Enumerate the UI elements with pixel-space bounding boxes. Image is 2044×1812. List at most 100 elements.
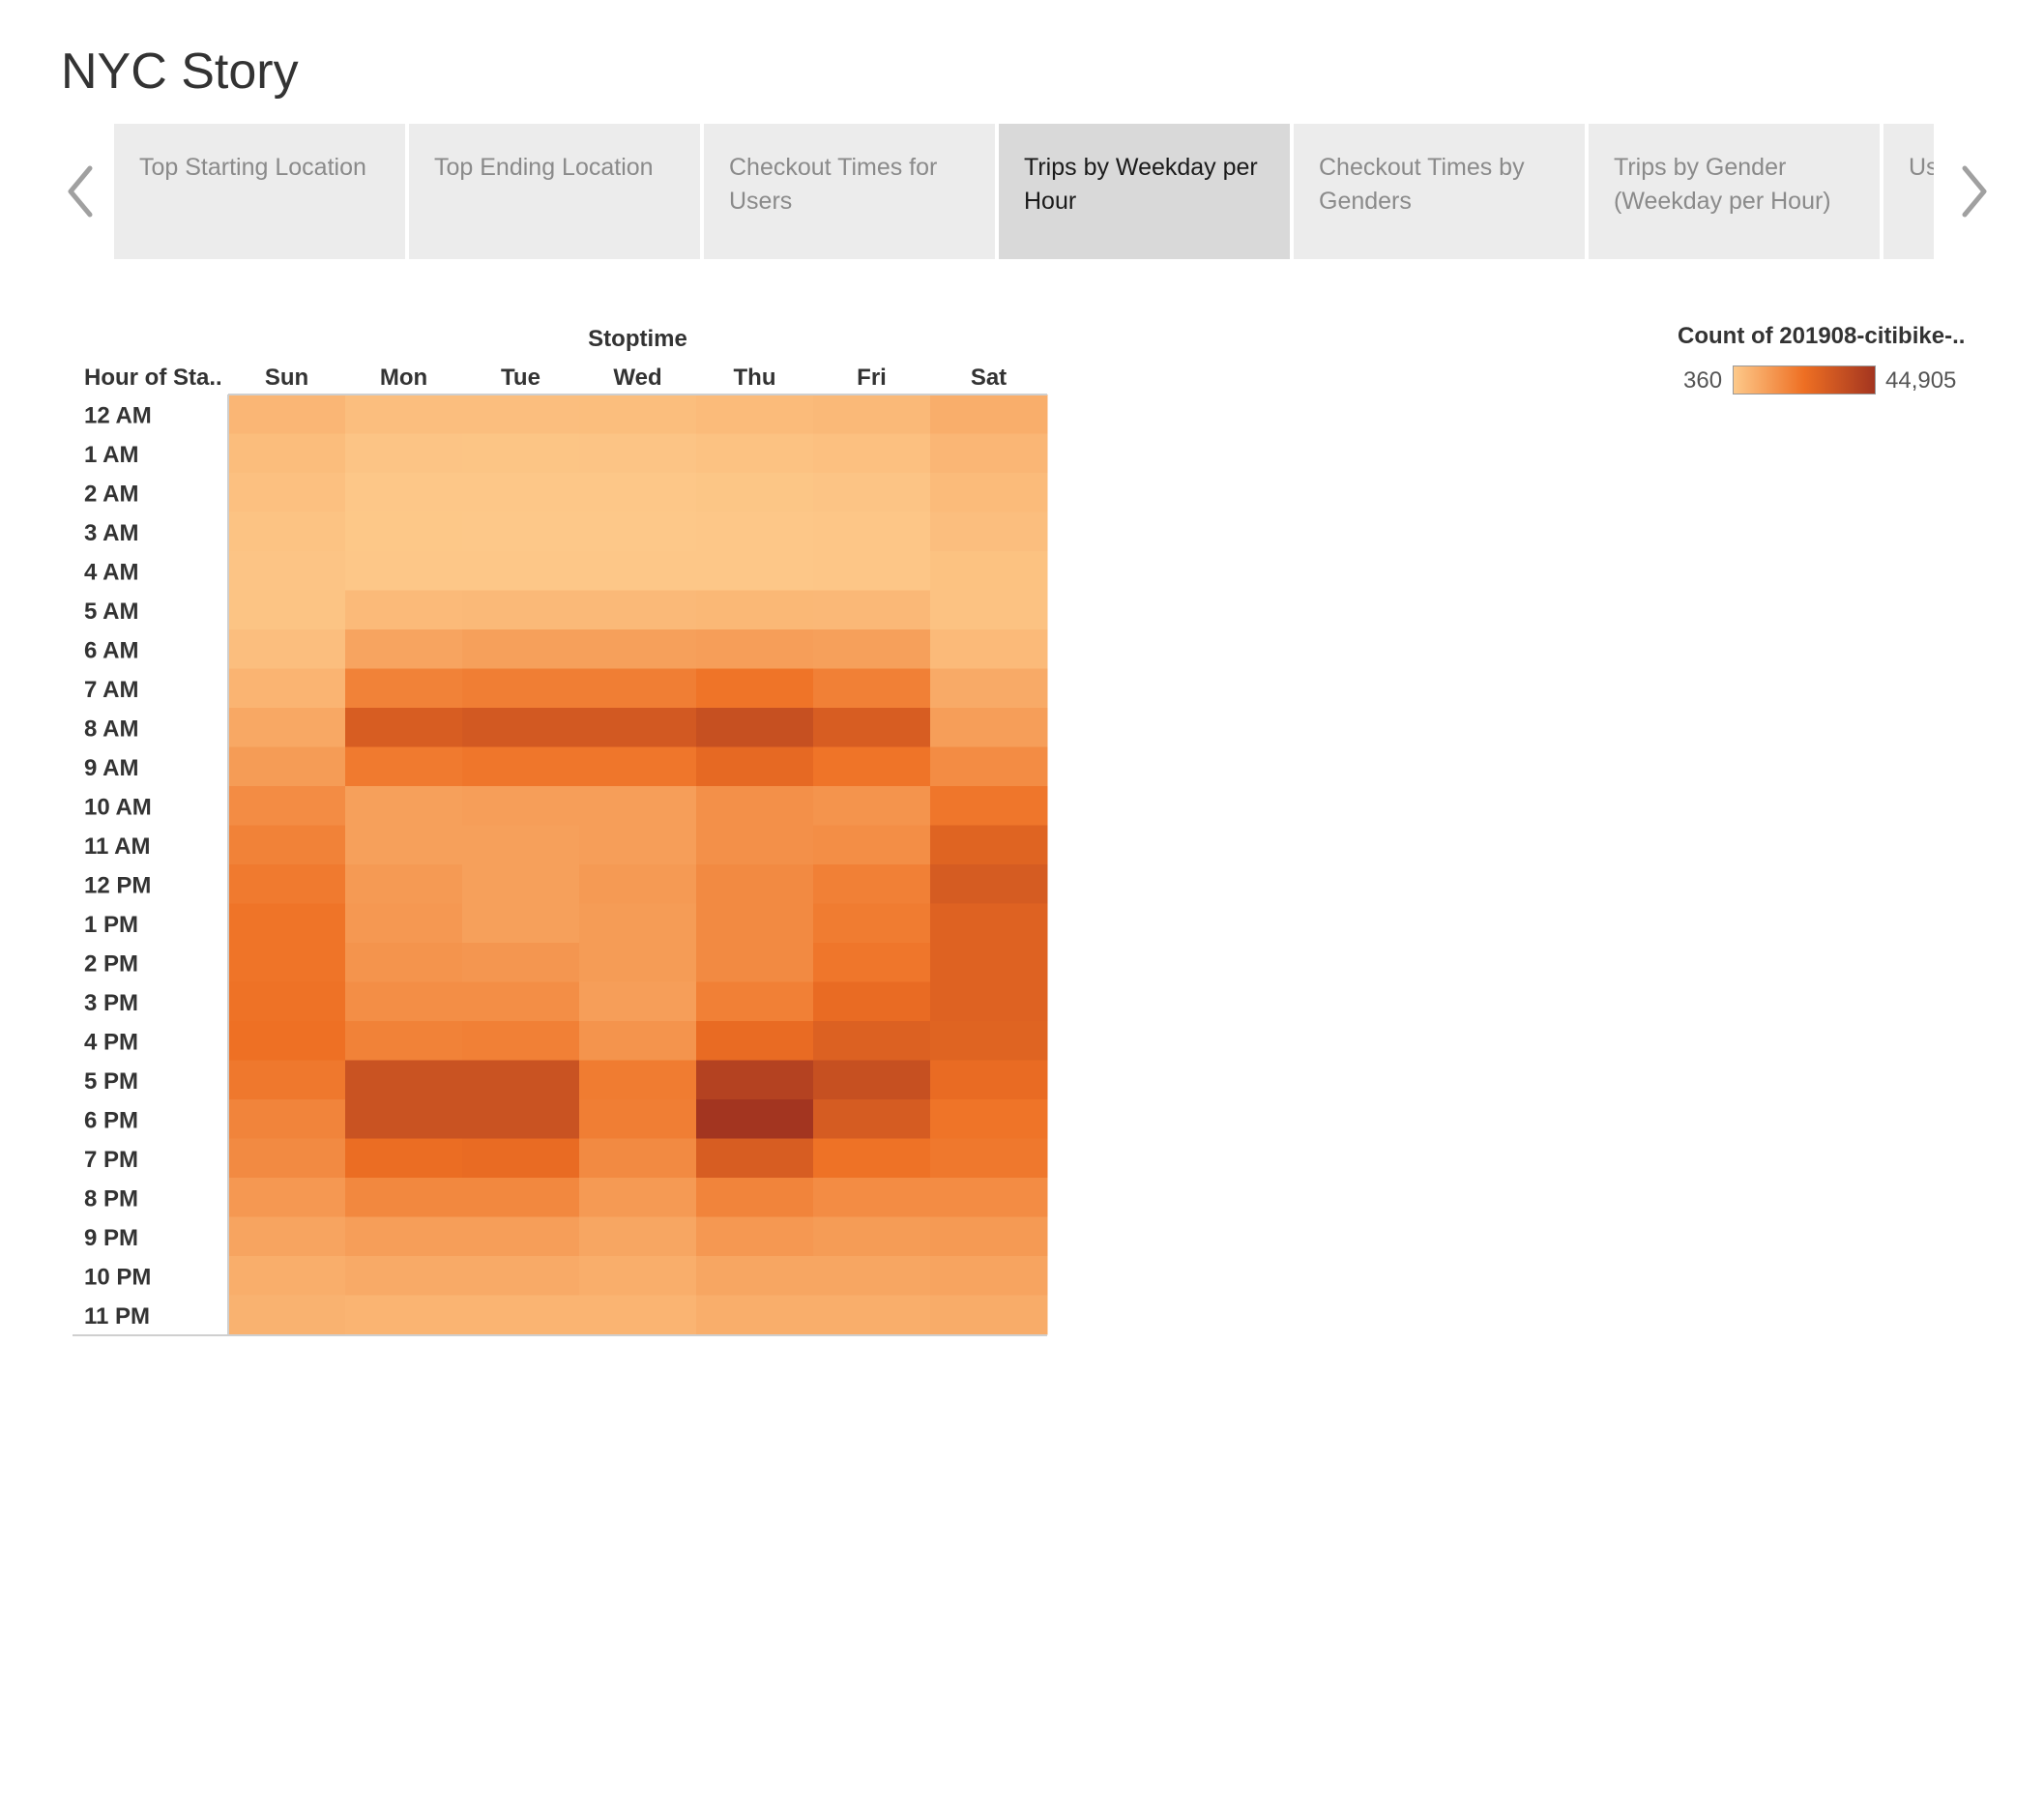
heatmap-cell[interactable] <box>930 511 1048 552</box>
heatmap-cell[interactable] <box>345 1216 463 1257</box>
heatmap-cell[interactable] <box>813 473 931 512</box>
heatmap-cell[interactable] <box>930 708 1048 747</box>
heatmap-cell[interactable] <box>228 473 346 512</box>
heatmap-cell[interactable] <box>696 1021 814 1061</box>
heatmap-cell[interactable] <box>462 825 580 865</box>
heatmap-cell[interactable] <box>696 903 814 944</box>
heatmap-cell[interactable] <box>579 590 697 630</box>
heatmap-cell[interactable] <box>579 1060 697 1100</box>
heatmap-cell[interactable] <box>813 1178 931 1217</box>
heatmap-cell[interactable] <box>930 1138 1048 1179</box>
heatmap-cell[interactable] <box>462 943 580 982</box>
heatmap-cell[interactable] <box>462 1060 580 1100</box>
heatmap-cell[interactable] <box>579 1138 697 1179</box>
heatmap-cell[interactable] <box>930 746 1048 787</box>
heatmap-cell[interactable] <box>345 1138 463 1179</box>
heatmap-cell[interactable] <box>813 551 931 591</box>
heatmap-cell[interactable] <box>930 433 1048 474</box>
heatmap-cell[interactable] <box>462 903 580 944</box>
heatmap-cell[interactable] <box>579 708 697 747</box>
heatmap-cell[interactable] <box>228 395 346 434</box>
heatmap-cell[interactable] <box>813 433 931 474</box>
heatmap-cell[interactable] <box>813 746 931 787</box>
heatmap-cell[interactable] <box>462 746 580 787</box>
heatmap-cell[interactable] <box>228 1099 346 1139</box>
heatmap-cell[interactable] <box>930 1021 1048 1061</box>
heatmap-cell[interactable] <box>696 786 814 826</box>
heatmap-cell[interactable] <box>579 825 697 865</box>
heatmap-cell[interactable] <box>813 1021 931 1061</box>
heatmap-cell[interactable] <box>228 629 346 669</box>
heatmap-cell[interactable] <box>696 825 814 865</box>
heatmap-cell[interactable] <box>696 1099 814 1139</box>
heatmap-cell[interactable] <box>930 1178 1048 1217</box>
heatmap-cell[interactable] <box>462 590 580 630</box>
heatmap-cell[interactable] <box>813 903 931 944</box>
heatmap-cell[interactable] <box>930 1099 1048 1139</box>
heatmap-cell[interactable] <box>579 1099 697 1139</box>
heatmap-cell[interactable] <box>579 668 697 709</box>
heatmap-cell[interactable] <box>228 1021 346 1061</box>
heatmap-cell[interactable] <box>345 981 463 1022</box>
heatmap-cell[interactable] <box>462 511 580 552</box>
heatmap-cell[interactable] <box>228 708 346 747</box>
heatmap-cell[interactable] <box>345 551 463 591</box>
heatmap-cell[interactable] <box>696 1060 814 1100</box>
heatmap-cell[interactable] <box>579 864 697 904</box>
heatmap-cell[interactable] <box>579 473 697 512</box>
heatmap-cell[interactable] <box>345 395 463 434</box>
heatmap-cell[interactable] <box>579 1216 697 1257</box>
heatmap-cell[interactable] <box>462 1256 580 1296</box>
heatmap-cell[interactable] <box>813 864 931 904</box>
heatmap-cell[interactable] <box>228 1060 346 1100</box>
heatmap-cell[interactable] <box>579 786 697 826</box>
heatmap-cell[interactable] <box>462 551 580 591</box>
heatmap-cell[interactable] <box>813 511 931 552</box>
heatmap-cell[interactable] <box>579 511 697 552</box>
heatmap-cell[interactable] <box>462 786 580 826</box>
heatmap-cell[interactable] <box>462 668 580 709</box>
heatmap-cell[interactable] <box>345 1099 463 1139</box>
heatmap-cell[interactable] <box>696 1295 814 1335</box>
heatmap-cell[interactable] <box>462 1216 580 1257</box>
heatmap-cell[interactable] <box>696 433 814 474</box>
heatmap-cell[interactable] <box>696 708 814 747</box>
heatmap-cell[interactable] <box>228 668 346 709</box>
heatmap-cell[interactable] <box>345 864 463 904</box>
heatmap-cell[interactable] <box>345 708 463 747</box>
heatmap-cell[interactable] <box>228 1216 346 1257</box>
heatmap-cell[interactable] <box>462 473 580 512</box>
heatmap-cell[interactable] <box>228 746 346 787</box>
heatmap-cell[interactable] <box>696 1138 814 1179</box>
heatmap-cell[interactable] <box>462 1021 580 1061</box>
heatmap-cell[interactable] <box>696 746 814 787</box>
heatmap-cell[interactable] <box>813 1099 931 1139</box>
heatmap-cell[interactable] <box>813 590 931 630</box>
heatmap-cell[interactable] <box>579 551 697 591</box>
heatmap-cell[interactable] <box>228 1178 346 1217</box>
heatmap-cell[interactable] <box>579 903 697 944</box>
heatmap-cell[interactable] <box>930 1060 1048 1100</box>
heatmap-cell[interactable] <box>813 1295 931 1335</box>
heatmap-cell[interactable] <box>345 1060 463 1100</box>
heatmap-cell[interactable] <box>813 708 931 747</box>
heatmap-cell[interactable] <box>696 1178 814 1217</box>
heatmap-cell[interactable] <box>930 1256 1048 1296</box>
heatmap-cell[interactable] <box>930 943 1048 982</box>
heatmap-cell[interactable] <box>696 395 814 434</box>
heatmap-cell[interactable] <box>345 1178 463 1217</box>
heatmap-cell[interactable] <box>228 981 346 1022</box>
heatmap-cell[interactable] <box>930 903 1048 944</box>
heatmap-cell[interactable] <box>696 668 814 709</box>
heatmap-cell[interactable] <box>696 864 814 904</box>
heatmap-cell[interactable] <box>345 1295 463 1335</box>
heatmap-cell[interactable] <box>930 1216 1048 1257</box>
heatmap-cell[interactable] <box>579 981 697 1022</box>
heatmap-cell[interactable] <box>930 629 1048 669</box>
heatmap-cell[interactable] <box>228 511 346 552</box>
heatmap-cell[interactable] <box>462 629 580 669</box>
heatmap-cell[interactable] <box>930 981 1048 1022</box>
heatmap-cell[interactable] <box>696 629 814 669</box>
heatmap-cell[interactable] <box>345 511 463 552</box>
heatmap-cell[interactable] <box>930 395 1048 434</box>
